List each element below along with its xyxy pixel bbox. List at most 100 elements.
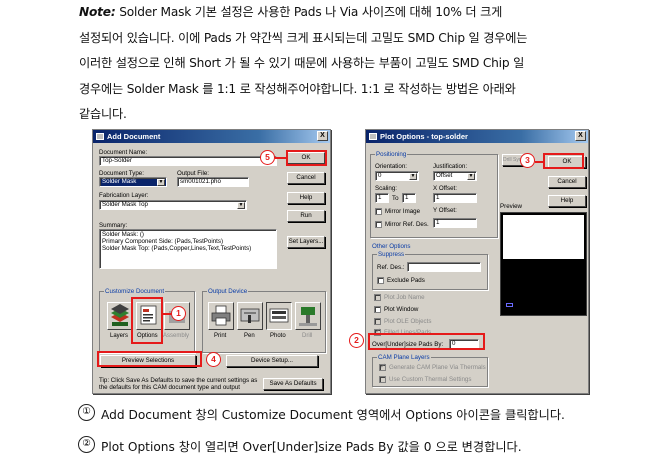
add-document-title: Add Document bbox=[107, 132, 161, 141]
x-offset-label: X Offset: bbox=[433, 185, 457, 192]
custom-thermal-checkbox[interactable] bbox=[379, 376, 386, 383]
fabrication-layer-label: Fabrication Layer: bbox=[99, 192, 149, 199]
generate-cam-label: Generate CAM Plane Via Thermals bbox=[389, 364, 486, 371]
callout-leader bbox=[535, 161, 543, 163]
y-offset-input[interactable]: 1 bbox=[433, 218, 477, 228]
cancel-button[interactable]: Cancel bbox=[548, 176, 586, 188]
generate-cam-checkbox[interactable] bbox=[379, 362, 386, 371]
plot-options-title-bar: Plot Options - top-solder X bbox=[366, 130, 588, 143]
plot-ole-checkbox[interactable] bbox=[374, 318, 381, 325]
layers-icon bbox=[111, 304, 129, 326]
preview-selections-highlight bbox=[97, 351, 202, 367]
justification-value: Offset bbox=[436, 172, 453, 179]
exclude-pads-checkbox[interactable] bbox=[377, 277, 384, 284]
customize-document-label: Customize Document bbox=[104, 288, 166, 295]
chevron-down-icon[interactable]: ▼ bbox=[409, 173, 417, 180]
justification-label: Justification: bbox=[433, 163, 468, 170]
chevron-down-icon[interactable]: ▼ bbox=[237, 202, 245, 209]
positioning-label: Positioning bbox=[375, 151, 408, 158]
pen-button[interactable] bbox=[237, 302, 263, 330]
output-device-group: Output Device Print Pen Photo Drill bbox=[202, 288, 326, 353]
orientation-select[interactable]: 0 ▼ bbox=[375, 171, 419, 181]
preview-marker bbox=[506, 303, 513, 307]
ref-des-input[interactable] bbox=[407, 262, 481, 272]
document-type-select[interactable]: Solder Mask ▼ bbox=[99, 177, 167, 187]
ref-des-label: Ref. Des.: bbox=[377, 264, 405, 271]
exclude-pads-label: Exclude Pads bbox=[387, 277, 425, 284]
close-icon[interactable]: X bbox=[575, 131, 586, 141]
layers-caption: Layers bbox=[110, 333, 129, 339]
note-label: Note: bbox=[79, 5, 116, 19]
fabrication-layer-select[interactable]: Solder Mask Top ▼ bbox=[99, 200, 247, 210]
callout-leader bbox=[275, 157, 286, 159]
oversize-highlight bbox=[368, 333, 485, 350]
plot-job-name-label: Plot Job Name bbox=[384, 294, 425, 301]
callout-1: 1 bbox=[171, 306, 186, 321]
help-button[interactable]: Help bbox=[548, 195, 586, 207]
chevron-down-icon[interactable]: ▼ bbox=[157, 179, 165, 186]
tip-text: Tip: Click Save As Defaults to save the … bbox=[99, 377, 258, 391]
layers-button[interactable] bbox=[107, 302, 133, 330]
para-line-1: Solder Mask 기본 설정은 사용한 Pads 나 Via 사이즈에 대… bbox=[119, 5, 503, 19]
device-setup-button[interactable]: Device Setup... bbox=[226, 355, 318, 367]
scale-b-input[interactable]: 1 bbox=[402, 193, 416, 203]
pen-caption: Pen bbox=[244, 333, 255, 339]
ok-highlight bbox=[286, 150, 327, 166]
callout-3: 3 bbox=[520, 153, 535, 168]
print-caption: Print bbox=[214, 333, 227, 339]
x-offset-input[interactable]: 1 bbox=[433, 193, 477, 203]
document-name-label: Document Name: bbox=[99, 149, 148, 156]
document-name-input[interactable]: Top-Solder bbox=[99, 156, 277, 166]
printer-icon bbox=[211, 305, 231, 326]
drill-caption: Drill bbox=[302, 333, 313, 339]
drill-button[interactable] bbox=[295, 302, 321, 330]
custom-thermal-label: Use Custom Thermal Settings bbox=[389, 376, 472, 383]
run-button[interactable]: Run bbox=[287, 210, 325, 222]
document-type-label: Document Type: bbox=[99, 170, 144, 177]
plot-window-checkbox[interactable] bbox=[374, 306, 381, 313]
orientation-value: 0 bbox=[378, 172, 382, 179]
cancel-button[interactable]: Cancel bbox=[287, 172, 325, 184]
set-layers-button[interactable]: Set Layers... bbox=[287, 236, 325, 248]
justification-select[interactable]: Offset ▼ bbox=[433, 171, 477, 181]
plot-ok-highlight bbox=[543, 153, 584, 169]
photo-plotter-icon bbox=[269, 308, 289, 323]
close-icon[interactable]: X bbox=[317, 131, 328, 141]
callout-5: 5 bbox=[260, 150, 275, 165]
drill-icon bbox=[299, 307, 317, 326]
help-button[interactable]: Help bbox=[287, 192, 325, 204]
plot-window-label: Plot Window bbox=[384, 306, 419, 313]
options-highlight bbox=[131, 297, 163, 344]
pen-plotter-icon bbox=[240, 308, 260, 323]
save-as-defaults-button[interactable]: Save As Defaults bbox=[263, 378, 323, 390]
mirror-image-label: Mirror Image bbox=[385, 208, 421, 215]
scale-a-input[interactable]: 1 bbox=[375, 193, 389, 203]
suppress-label: Suppress bbox=[377, 251, 406, 258]
step-2-number: ② bbox=[78, 436, 95, 453]
document-type-value: Solder Mask bbox=[102, 178, 137, 185]
y-offset-label: Y Offset: bbox=[433, 207, 457, 214]
step-1-number: ① bbox=[78, 404, 95, 421]
summary-box: Solder Mask: () Primary Component Side: … bbox=[99, 229, 277, 269]
fabrication-layer-value: Solder Mask Top bbox=[102, 201, 148, 208]
mirror-image-checkbox[interactable] bbox=[375, 208, 382, 215]
add-document-title-bar: Add Document X bbox=[93, 130, 330, 143]
output-file-label: Output File: bbox=[177, 170, 209, 177]
app-icon bbox=[369, 133, 377, 140]
preview-label: Preview bbox=[500, 203, 523, 210]
intro-paragraph: Note: Solder Mask 기본 설정은 사용한 Pads 나 Via … bbox=[79, 0, 631, 128]
output-device-label: Output Device bbox=[207, 288, 249, 295]
output-file-input[interactable]: sm001021.pho bbox=[177, 177, 249, 187]
para-line-5: 같습니다. bbox=[79, 107, 127, 121]
other-options-label: Other Options bbox=[372, 243, 411, 250]
plot-job-name-checkbox[interactable] bbox=[374, 294, 381, 301]
mirror-ref-des-checkbox[interactable] bbox=[375, 221, 382, 228]
para-line-2: 설정되어 있습니다. 이에 Pads 가 약간씩 크게 표시되는데 고밀도 SM… bbox=[79, 30, 528, 45]
assembly-caption: Assembly bbox=[163, 333, 190, 339]
chevron-down-icon[interactable]: ▼ bbox=[467, 173, 475, 180]
app-icon bbox=[96, 133, 104, 140]
photo-button[interactable] bbox=[266, 302, 292, 330]
print-button[interactable] bbox=[208, 302, 234, 330]
mirror-ref-des-label: Mirror Ref. Des. bbox=[385, 221, 429, 228]
cam-plane-label: CAM Plane Layers bbox=[377, 354, 431, 361]
